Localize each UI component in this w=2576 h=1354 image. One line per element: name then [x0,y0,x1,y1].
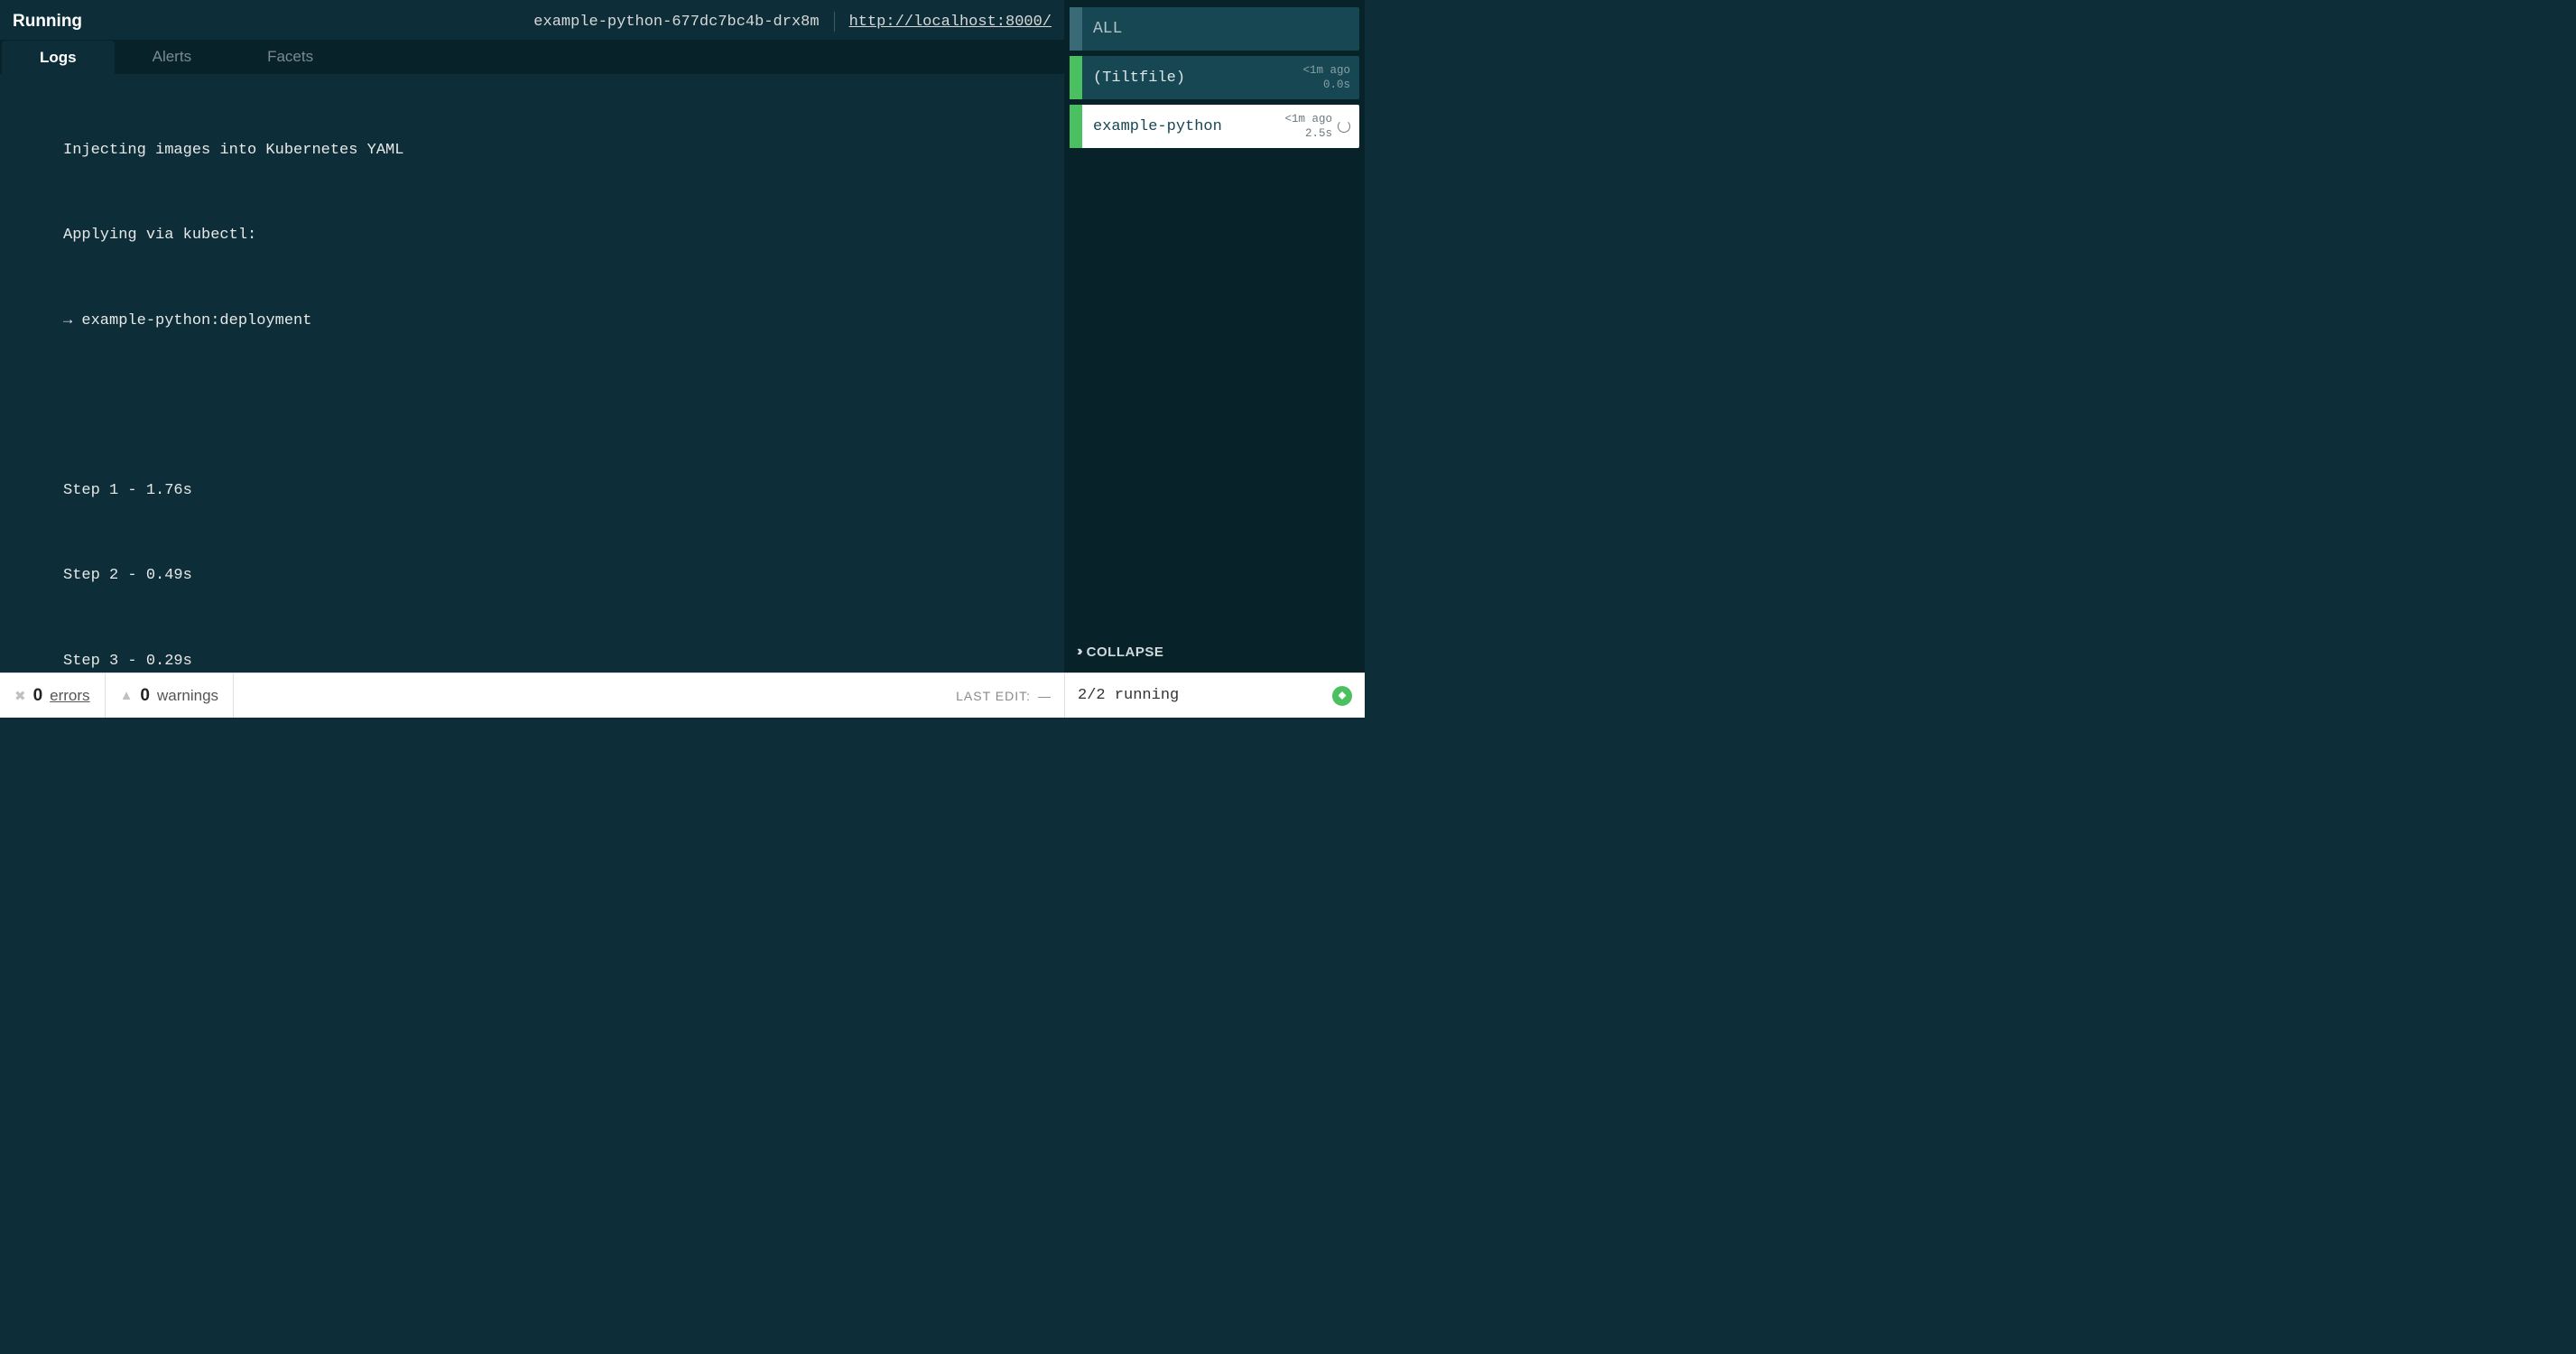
pod-name: example-python-677dc7bc4b-drx8m [533,14,819,31]
log-line: Step 2 - 0.49s [16,561,1048,589]
resource-item-all[interactable]: ALL [1070,7,1359,51]
errors-count: 0 [33,686,43,706]
last-edit-label: LAST EDIT: [956,689,1031,703]
errors-label: errors [50,687,89,705]
log-line: Step 1 - 1.76s [16,477,1048,505]
resource-item-tiltfile[interactable]: (Tiltfile) <1m ago 0.0s [1070,56,1359,99]
header-divider [834,12,835,32]
statusbar: ✖ 0 errors ▲ 0 warnings LAST EDIT: — 2/2… [0,672,1365,718]
log-pane[interactable]: Injecting images into Kubernetes YAML Ap… [0,74,1064,672]
chevron-right-icon: ›› [1077,644,1080,660]
refresh-icon[interactable] [1338,120,1350,133]
tab-alerts[interactable]: Alerts [115,41,229,73]
running-label: 2/2 running [1078,687,1179,704]
running-status: 2/2 running [1064,673,1365,718]
status-indicator [1070,105,1082,148]
health-icon [1332,686,1352,706]
resource-name: ALL [1093,20,1122,38]
resource-name: (Tiltfile) [1093,70,1185,87]
resource-meta: <1m ago 0.0s [1302,63,1350,93]
main-area: Running example-python-677dc7bc4b-drx8m … [0,0,1365,672]
warnings-label: warnings [157,687,218,705]
resource-meta: <1m ago 2.5s [1284,112,1350,142]
collapse-button[interactable]: ›› COLLAPSE [1070,638,1359,667]
resource-item-example-python[interactable]: example-python <1m ago 2.5s [1070,105,1359,148]
status-title: Running [13,12,82,32]
last-edit-value: — [1038,689,1052,703]
log-line: Step 3 - 0.29s [16,647,1048,672]
error-icon: ✖ [14,688,26,704]
collapse-label: COLLAPSE [1087,645,1164,660]
resource-name: example-python [1093,118,1222,135]
log-blank [16,392,1048,420]
status-indicator [1070,56,1082,99]
warnings-segment[interactable]: ▲ 0 warnings [106,673,234,718]
left-pane: Running example-python-677dc7bc4b-drx8m … [0,0,1064,672]
log-line: Injecting images into Kubernetes YAML [16,136,1048,164]
header-info: example-python-677dc7bc4b-drx8m http://l… [533,12,1052,32]
resource-sidebar: ALL (Tiltfile) <1m ago 0.0s example-pyth… [1064,0,1365,672]
header-row: Running example-python-677dc7bc4b-drx8m … [0,0,1064,40]
log-line: → example-python:deployment [16,307,1048,335]
tab-logs[interactable]: Logs [2,42,115,74]
log-line: Applying via kubectl: [16,221,1048,249]
endpoint-link[interactable]: http://localhost:8000/ [849,14,1052,31]
warnings-count: 0 [140,686,150,706]
errors-segment[interactable]: ✖ 0 errors [0,673,106,718]
last-edit: LAST EDIT: — [956,689,1064,703]
tabs: Logs Alerts Facets [0,40,1064,74]
warning-icon: ▲ [120,688,134,703]
status-indicator [1070,7,1082,51]
tab-facets[interactable]: Facets [229,41,351,73]
